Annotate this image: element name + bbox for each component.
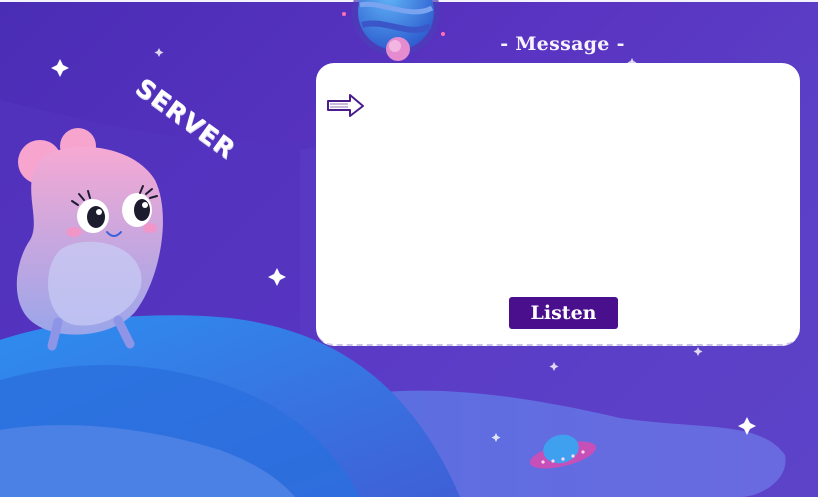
- striped-planet: [342, 0, 445, 61]
- hand-drawn-arrow-icon: [327, 94, 364, 117]
- listen-button[interactable]: Listen: [509, 297, 618, 329]
- message-panel-title: - Message -: [500, 33, 625, 55]
- message-card: Listen: [316, 63, 800, 346]
